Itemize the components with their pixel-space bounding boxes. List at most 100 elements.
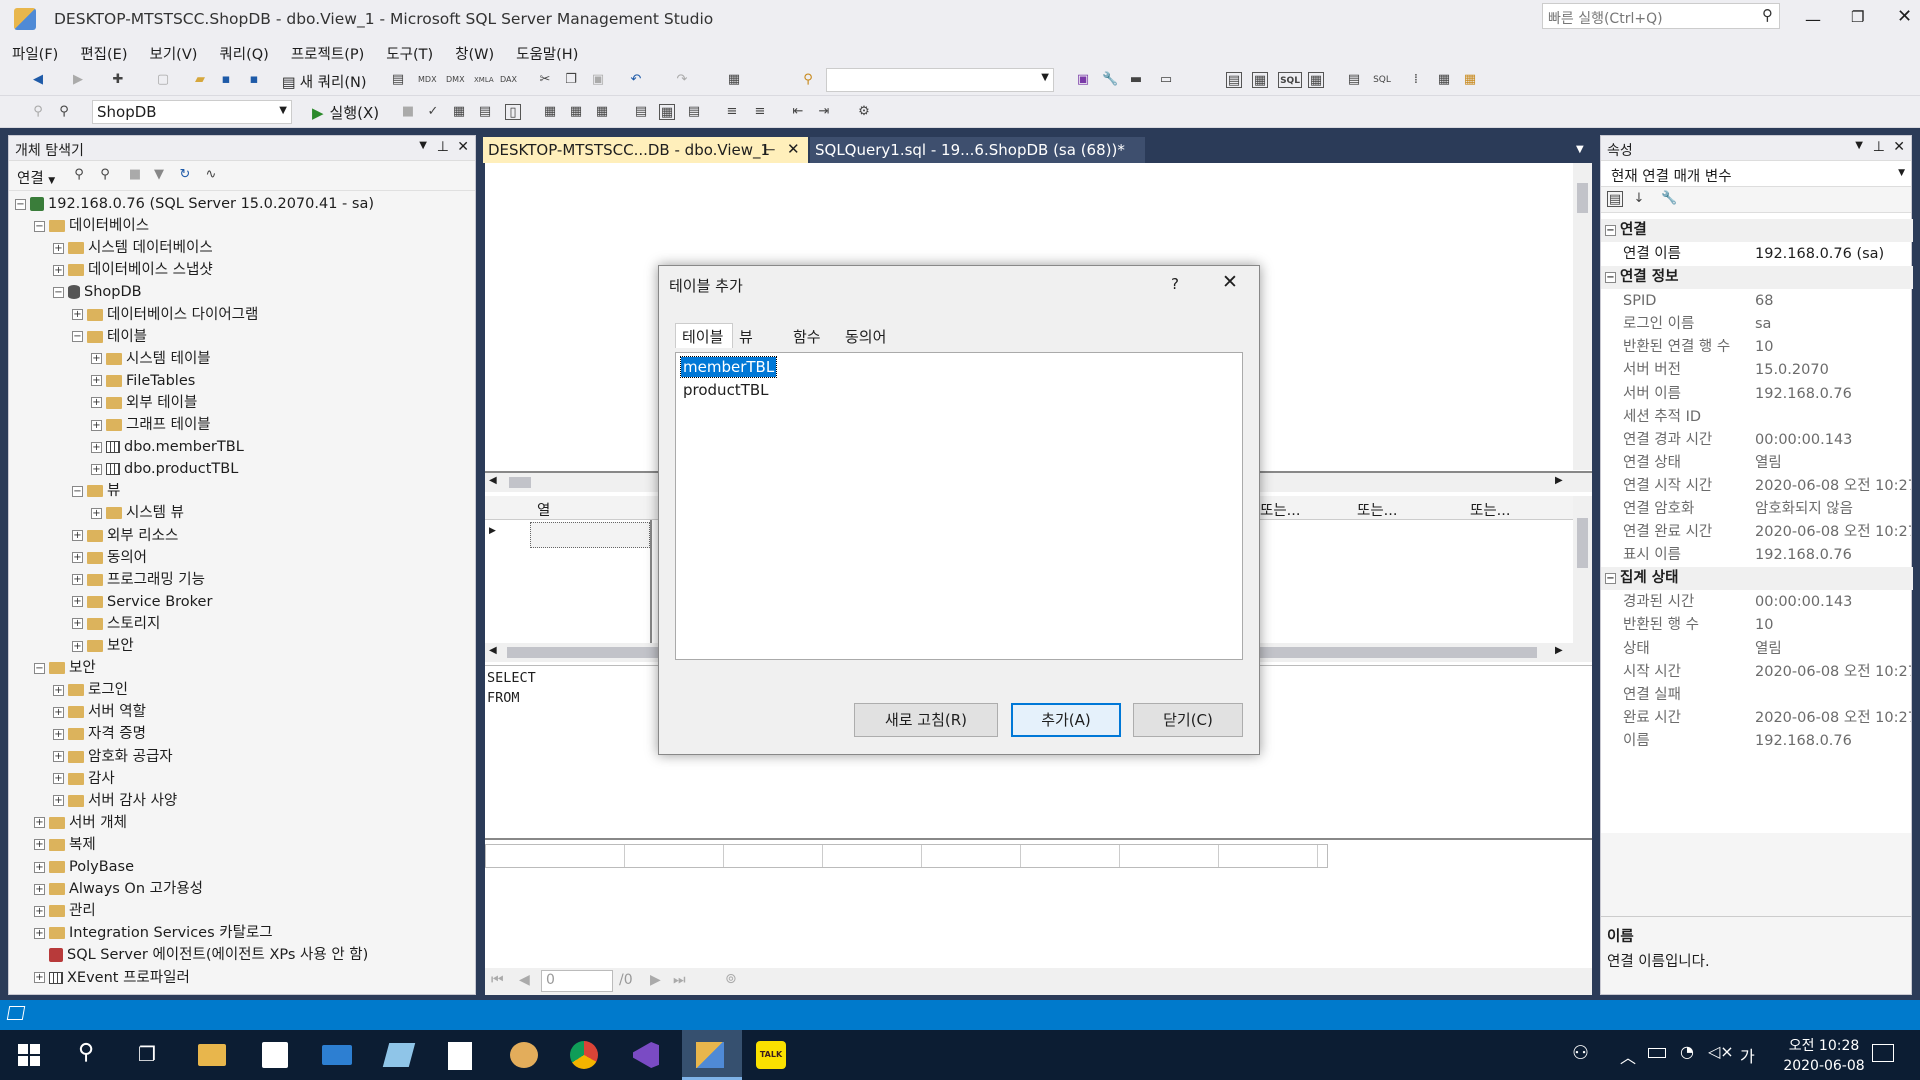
people-icon[interactable]: ⚇ (1572, 1042, 1589, 1064)
tab-functions[interactable]: 함수 (793, 326, 821, 347)
filter-icon[interactable]: ▼ (151, 167, 167, 183)
tree-node[interactable]: + 스토리지 (72, 613, 160, 635)
stop-icon[interactable]: ■ (127, 167, 143, 183)
tree-node[interactable]: + Always On 고가용성 (34, 878, 203, 900)
tree-node[interactable]: + 프로그래밍 기능 (72, 569, 205, 591)
tree-node[interactable]: + dbo.productTBL (91, 458, 238, 480)
tree-node[interactable]: − 뷰 (72, 480, 120, 502)
windows-start-icon[interactable] (18, 1044, 40, 1066)
specify-values-icon[interactable]: ⚙ (856, 104, 872, 120)
ssms-taskbar-button[interactable] (682, 1030, 742, 1080)
query-options-icon[interactable]: ▤ (477, 104, 493, 120)
pin-icon[interactable]: ⊢ (763, 141, 776, 159)
property-row[interactable]: 로그인 이름 sa (1601, 313, 1913, 336)
connect-button[interactable]: 연결 ▼ (17, 167, 55, 188)
dropdown-icon[interactable]: ▼ (1855, 140, 1863, 151)
group-by-icon[interactable]: ⁞ (1408, 72, 1424, 88)
properties-object-select[interactable]: 현재 연결 매개 변수 ▼ (1601, 161, 1911, 187)
property-category[interactable]: − 집계 상태 (1601, 567, 1913, 591)
task-view-icon[interactable]: ❐ (138, 1042, 156, 1066)
tree-node[interactable]: − 192.168.0.76 (SQL Server 15.0.2070.41 -… (15, 193, 374, 215)
tree-node[interactable]: + 시스템 데이터베이스 (53, 237, 213, 259)
expand-icon[interactable]: + (34, 927, 45, 939)
find-combo[interactable]: ▼ (826, 68, 1054, 92)
diagram-vscroll[interactable] (1573, 163, 1592, 470)
expand-icon[interactable]: + (34, 972, 45, 983)
alphabetical-icon[interactable]: ↓ (1631, 191, 1647, 207)
tree-node[interactable]: + 서버 역할 (53, 701, 146, 723)
search-icon[interactable]: ⚲ (1762, 6, 1773, 24)
expand-icon[interactable]: + (91, 507, 102, 519)
menu-project[interactable]: 프로젝트(P) (279, 38, 374, 64)
criteria-cell[interactable] (530, 522, 650, 548)
collapse-icon[interactable]: − (1605, 224, 1616, 236)
tree-node[interactable]: + PolyBase (34, 856, 134, 878)
collapse-icon[interactable]: − (72, 485, 83, 497)
forward-icon[interactable]: ▶ (70, 72, 86, 88)
tab-tables[interactable]: 테이블 (675, 323, 733, 348)
tree-node[interactable]: + 감사 (53, 768, 115, 790)
paint-icon[interactable] (510, 1042, 538, 1068)
expand-icon[interactable]: + (53, 264, 64, 276)
include-plan-icon[interactable]: ▦ (542, 104, 558, 120)
tree-node[interactable]: + 서버 감사 사양 (53, 790, 177, 812)
tree-node[interactable]: + 관리 (34, 900, 96, 922)
undo-icon[interactable]: ↶ (628, 72, 644, 88)
expand-icon[interactable]: + (72, 640, 83, 652)
expand-icon[interactable]: + (53, 242, 64, 254)
close-dialog-button[interactable]: 닫기(C) (1133, 703, 1243, 737)
tree-node[interactable]: + 동의어 (72, 547, 147, 569)
show-hidden-icons[interactable]: ︿ (1620, 1044, 1636, 1068)
property-pages-icon[interactable]: 🔧 (1661, 191, 1677, 207)
back-icon[interactable]: ◀ (30, 72, 46, 88)
menu-file[interactable]: 파일(F) (0, 38, 68, 64)
collapse-icon[interactable]: − (1605, 572, 1616, 584)
tab-view-designer[interactable]: DESKTOP-MTSTSCC...DB - dbo.View_1 ⊢ ✕ (483, 137, 808, 163)
add-item-icon[interactable]: ▢ (155, 72, 171, 88)
tree-node[interactable]: + Integration Services 카탈로그 (34, 922, 273, 944)
menu-edit[interactable]: 편집(E) (68, 38, 137, 64)
tree-node[interactable]: + 그래프 테이블 (91, 414, 211, 436)
refresh-icon[interactable]: ↻ (177, 167, 193, 183)
expand-icon[interactable]: + (91, 375, 102, 387)
criteria-vscroll[interactable] (1573, 496, 1592, 646)
vs-solution-icon[interactable]: ▣ (1075, 72, 1091, 88)
expand-icon[interactable]: + (72, 530, 83, 541)
minimize-button[interactable]: — (1805, 10, 1821, 29)
mail-icon[interactable] (322, 1045, 352, 1065)
close-icon[interactable]: ✕ (1893, 139, 1905, 155)
tree-node[interactable]: − 보안 (34, 657, 96, 679)
clock[interactable]: 오전 10:28 2020-06-08 (1764, 1036, 1884, 1076)
property-row[interactable]: 시작 시간 2020-06-08 오전 10:27: (1601, 661, 1913, 684)
prev-record-icon[interactable]: ◀ (519, 972, 530, 988)
tab-sql-query[interactable]: SQLQuery1.sql - 19...6.ShopDB (sa (68))* (810, 137, 1145, 163)
intellisense-icon[interactable]: ▯ (505, 104, 521, 120)
battery-icon[interactable] (1648, 1048, 1666, 1058)
record-number-input[interactable]: 0 (541, 970, 613, 992)
property-row[interactable]: 세션 추적 ID (1601, 406, 1913, 429)
collapse-icon[interactable]: − (15, 198, 26, 210)
property-row[interactable]: 연결 상태 열림 (1601, 452, 1913, 475)
expand-icon[interactable]: + (34, 905, 45, 917)
close-icon[interactable]: ✕ (457, 139, 469, 155)
connect-icon[interactable]: ⚲ (56, 104, 72, 120)
results-grid-icon[interactable]: ▦ (659, 104, 675, 120)
expand-icon[interactable]: + (34, 861, 45, 873)
tree-node[interactable]: + 자격 증명 (53, 723, 146, 745)
expand-icon[interactable]: + (72, 552, 83, 564)
kakaotalk-icon[interactable]: TALK (756, 1041, 786, 1069)
list-item-membertbl[interactable]: memberTBL (679, 356, 778, 378)
last-record-icon[interactable]: ⏭ (673, 972, 686, 988)
results-to-text-icon[interactable]: ▤ (1226, 72, 1242, 88)
collapse-icon[interactable]: − (34, 220, 45, 232)
scroll-thumb[interactable] (1577, 183, 1588, 213)
tab-overflow-icon[interactable]: ▼ (1576, 144, 1584, 155)
dialog-help-button[interactable]: ? (1171, 275, 1179, 293)
parse-icon[interactable]: ✓ (425, 104, 441, 120)
database-select[interactable]: ShopDB ▼ (92, 100, 292, 124)
scroll-thumb[interactable] (1577, 518, 1588, 568)
close-button[interactable]: ✕ (1897, 6, 1912, 27)
volume-icon[interactable]: ◁× (1708, 1042, 1734, 1061)
pin-icon[interactable]: ⊥ (437, 139, 449, 155)
search-icon[interactable]: ⚲ (78, 1040, 94, 1065)
